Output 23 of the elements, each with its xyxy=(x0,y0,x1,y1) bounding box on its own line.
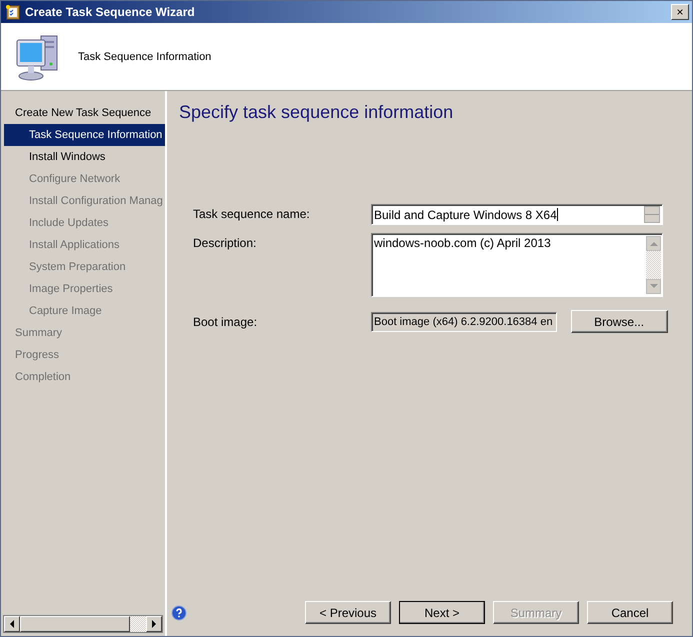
close-button[interactable]: × xyxy=(671,4,689,20)
description-field[interactable]: windows-noob.com (c) April 2013 xyxy=(371,233,663,297)
spin-buttons[interactable] xyxy=(644,206,660,223)
horizontal-scrollbar[interactable] xyxy=(3,615,163,633)
nav-item[interactable]: Create New Task Sequence xyxy=(1,102,165,124)
field-label: Boot image: xyxy=(193,314,258,328)
page-heading: Specify task sequence information xyxy=(179,102,454,123)
nav-item[interactable]: Install Windows xyxy=(1,146,165,168)
nav-item[interactable]: Task Sequence Information xyxy=(4,124,165,146)
name-field[interactable]: Build and Capture Windows 8 X64 xyxy=(371,204,663,225)
field-label: Description: xyxy=(193,235,258,250)
header-title: Task Sequence Information xyxy=(78,50,212,62)
field-label: Task sequence name: xyxy=(193,206,311,221)
wizard-button[interactable]: Cancel xyxy=(587,601,673,624)
window-title: Create Task Sequence Wizard xyxy=(25,5,196,19)
clipboard-icon xyxy=(5,4,21,20)
wizard-button[interactable]: < Previous xyxy=(305,601,391,624)
boot-image-field[interactable]: Boot image (x64) 6.2.9200.16384 en xyxy=(371,312,557,332)
vertical-scrollbar[interactable] xyxy=(646,236,661,294)
browse-button[interactable]: Browse... xyxy=(570,310,668,333)
scroll-thumb[interactable] xyxy=(20,616,130,632)
wizard-button[interactable]: Next > xyxy=(399,601,485,624)
help-icon[interactable] xyxy=(171,605,187,621)
